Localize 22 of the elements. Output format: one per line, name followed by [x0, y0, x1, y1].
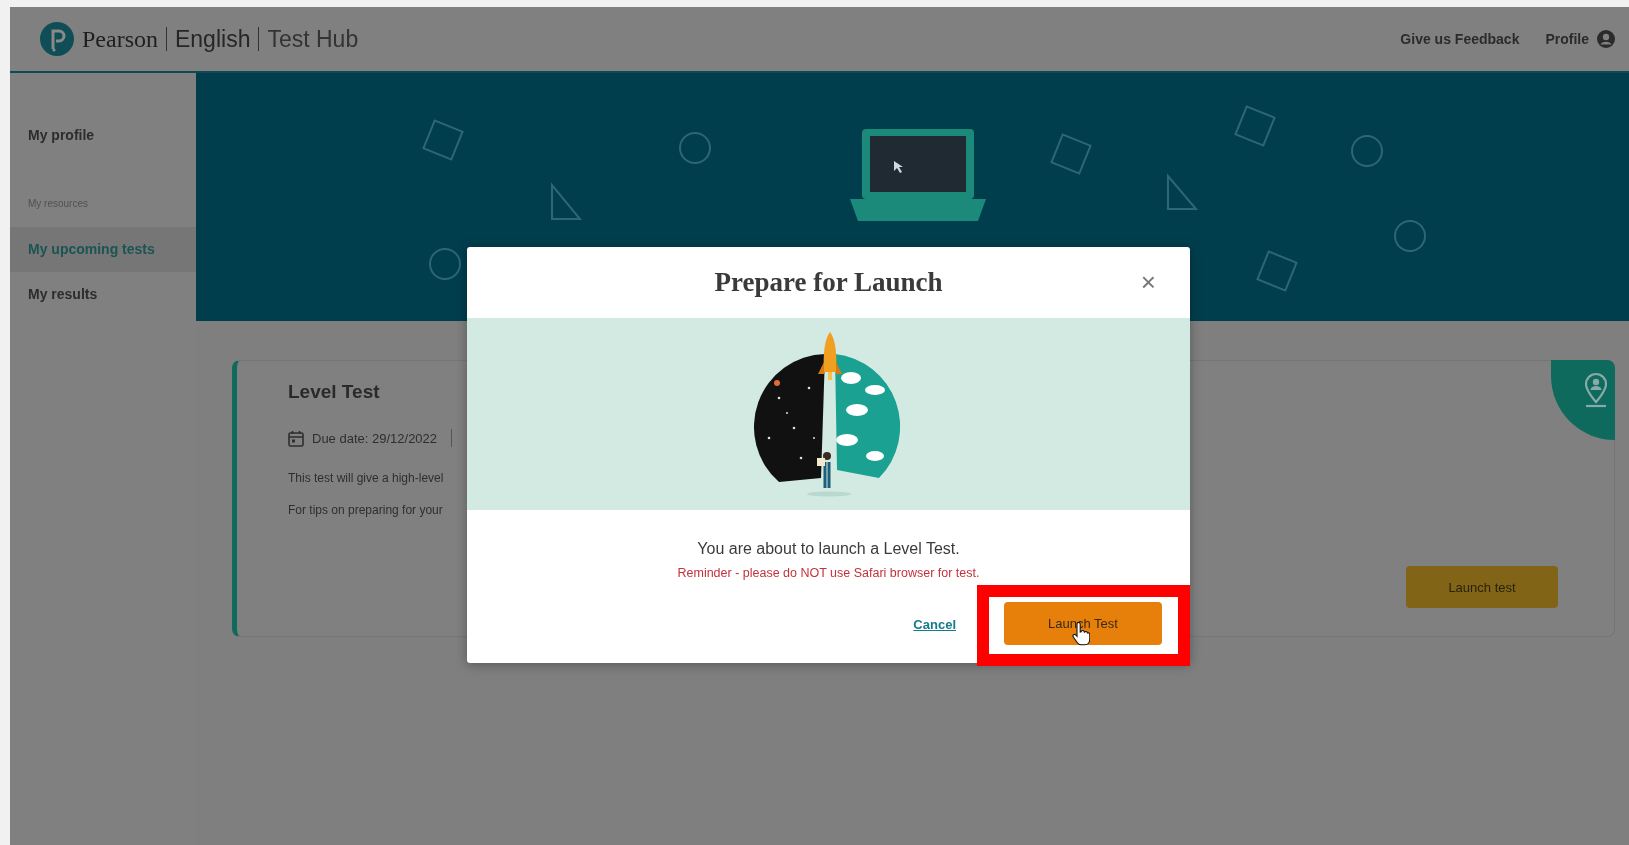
- sidebar-item[interactable]: My upcoming tests: [10, 227, 196, 272]
- profile-menu[interactable]: Profile: [1545, 30, 1615, 48]
- pearson-logo-icon: [40, 22, 74, 56]
- product-name: English: [175, 25, 251, 53]
- test-description: This test will give a high-level: [288, 471, 445, 485]
- location-person-icon: [1583, 372, 1609, 410]
- user-icon: [1597, 30, 1615, 48]
- sidebar-item[interactable]: My profile: [10, 113, 196, 158]
- due-date: Due date: 29/12/2022: [312, 430, 438, 446]
- launch-test-button[interactable]: Launch test: [1406, 566, 1558, 608]
- sidebar-item[interactable]: My results: [10, 272, 196, 317]
- test-description: For tips on preparing for your: [288, 503, 444, 517]
- feedback-link[interactable]: Give us Feedback: [1400, 31, 1520, 47]
- section-name: Test Hub: [267, 25, 359, 53]
- dialog-message: You are about to launch a Level Test.: [696, 540, 961, 558]
- close-button[interactable]: ×: [1140, 269, 1156, 295]
- test-title: Level Test: [288, 381, 380, 403]
- dialog-title: Prepare for Launch: [714, 267, 943, 298]
- cancel-link[interactable]: Cancel: [913, 616, 956, 632]
- safari-warning: Reminder - please do NOT use Safari browser for test.: [676, 566, 981, 580]
- calendar-icon: [288, 429, 304, 447]
- brand-name: Pearson: [82, 25, 158, 53]
